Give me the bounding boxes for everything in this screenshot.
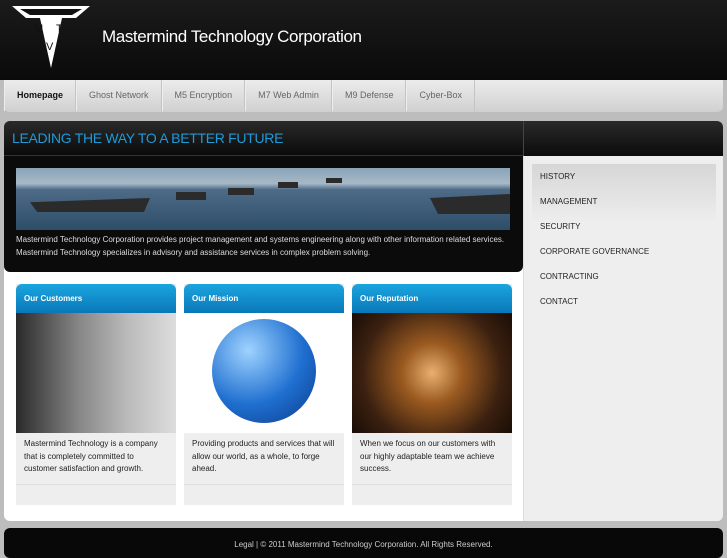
svg-text:T: T <box>56 23 63 35</box>
nav-m5-encryption[interactable]: M5 Encryption <box>161 80 246 111</box>
nav-homepage[interactable]: Homepage <box>4 80 77 111</box>
main-content: LEADING THE WAY TO A BETTER FUTURE Maste… <box>4 121 723 521</box>
nav-ghost-network[interactable]: Ghost Network <box>76 80 162 111</box>
card-customers: Our Customers Mastermind Technology is a… <box>16 284 176 505</box>
card-title[interactable]: Our Customers <box>16 284 176 313</box>
main-nav: Homepage Ghost Network M5 Encryption M7 … <box>4 80 723 112</box>
dartboard-image <box>352 313 512 433</box>
sidebar-menu: HISTORY MANAGEMENT SECURITY CORPORATE GO… <box>532 164 716 314</box>
banner: LEADING THE WAY TO A BETTER FUTURE Maste… <box>4 121 523 272</box>
sidebar-item-contact[interactable]: CONTACT <box>532 289 716 314</box>
intro-text: Mastermind Technology Corporation provid… <box>16 235 505 257</box>
nav-m7-web-admin[interactable]: M7 Web Admin <box>245 80 332 111</box>
tagline: LEADING THE WAY TO A BETTER FUTURE <box>12 130 284 146</box>
footer: Legal | © 2011 Mastermind Technology Cor… <box>4 528 723 558</box>
card-text: When we focus on our customers with our … <box>352 433 512 485</box>
card-title[interactable]: Our Mission <box>184 284 344 313</box>
sidebar-item-contracting[interactable]: CONTRACTING <box>532 264 716 289</box>
sidebar-item-history[interactable]: HISTORY <box>532 164 716 189</box>
banner-image-ships <box>16 168 510 230</box>
business-people-image <box>16 313 176 433</box>
card-title[interactable]: Our Reputation <box>352 284 512 313</box>
card-text: Providing products and services that wil… <box>184 433 344 485</box>
sidebar: HISTORY MANAGEMENT SECURITY CORPORATE GO… <box>523 156 723 521</box>
svg-text:V: V <box>46 41 54 53</box>
sidebar-item-management[interactable]: MANAGEMENT <box>532 189 716 214</box>
card-text: Mastermind Technology is a company that … <box>16 433 176 485</box>
sidebar-item-corporate-governance[interactable]: CORPORATE GOVERNANCE <box>532 239 716 264</box>
company-logo[interactable]: M T V <box>12 6 90 68</box>
site-header: M T V Mastermind Technology Corporation <box>0 0 727 80</box>
nav-cyber-box[interactable]: Cyber-Box <box>406 80 475 111</box>
nav-m9-defense[interactable]: M9 Defense <box>331 80 407 111</box>
card-mission: Our Mission Providing products and servi… <box>184 284 344 505</box>
sidebar-header <box>523 121 723 156</box>
site-title: Mastermind Technology Corporation <box>102 27 362 46</box>
svg-text:M: M <box>34 23 43 35</box>
globe-image <box>184 313 344 433</box>
sidebar-item-security[interactable]: SECURITY <box>532 214 716 239</box>
card-reputation: Our Reputation When we focus on our cust… <box>352 284 512 505</box>
